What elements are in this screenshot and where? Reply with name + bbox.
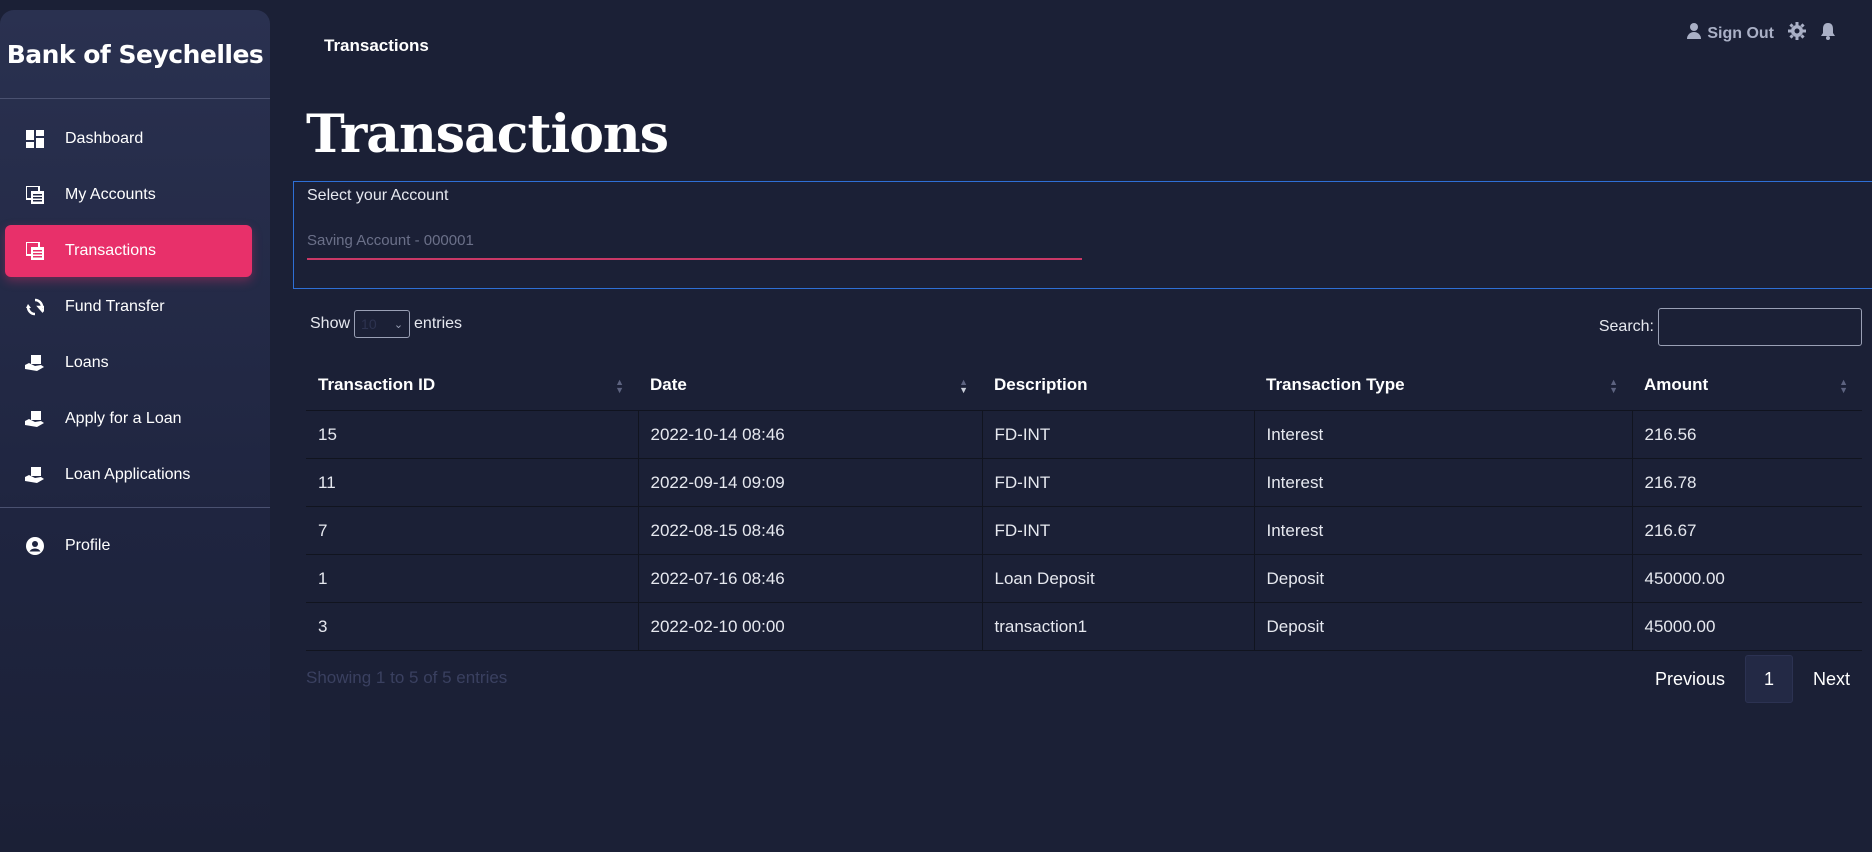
cell-transaction-type: Interest [1253,458,1632,507]
cell-transaction-type: Deposit [1253,554,1632,603]
next-page-button[interactable]: Next [1799,656,1864,702]
accounts-icon [25,185,45,205]
cell-date: 2022-07-16 08:46 [637,554,982,603]
search-label: Search: [1598,318,1654,335]
sidebar-item-label: My Accounts [65,186,156,203]
cell-amount: 450000.00 [1631,554,1862,603]
page-title: Transactions [306,104,669,165]
profile-icon [25,536,45,556]
cell-description: Loan Deposit [981,554,1254,603]
topbar-actions: Sign Out [1687,22,1836,45]
account-select[interactable]: Saving Account - 000001 [307,230,1082,260]
sidebar-item-label: Loans [65,354,109,371]
sidebar-item-label: Fund Transfer [65,298,165,315]
cell-description: transaction1 [981,602,1254,651]
cell-date: 2022-10-14 08:46 [637,410,982,459]
sort-icon: ▲ ▼ [1839,377,1848,395]
dashboard-icon [25,129,45,149]
sidebar-item-label: Transactions [65,242,156,259]
cell-transaction-type: Interest [1253,410,1632,459]
transactions-table: Transaction ID ▲ ▼ Date ▲ ▼ Description Tran… [306,360,1862,651]
table-header-row: Transaction ID ▲ ▼ Date ▲ ▼ Description Tran… [306,360,1862,411]
entries-select-value: 10 [361,316,377,332]
pagination: Previous 1 Next [1641,655,1864,703]
sidebar-item-transactions[interactable]: Transactions [5,225,252,277]
table-row: 1 2022-07-16 08:46 Loan Deposit Deposit … [306,554,1862,603]
sign-out-label: Sign Out [1707,24,1774,42]
sidebar-item-label: Dashboard [65,130,144,147]
cell-amount: 216.67 [1631,506,1862,555]
sidebar-item-dashboard[interactable]: Dashboard [5,113,252,165]
sort-icon: ▲ ▼ [615,377,624,395]
cell-date: 2022-08-15 08:46 [637,506,982,555]
column-header-transaction-id[interactable]: Transaction ID ▲ ▼ [306,360,638,411]
cell-date: 2022-09-14 09:09 [637,458,982,507]
cell-description: FD-INT [981,506,1254,555]
sidebar-item-label: Apply for a Loan [65,410,182,427]
topbar-title: Transactions [324,36,429,55]
sort-icon: ▲ ▼ [1609,377,1618,395]
cell-transaction-id: 3 [306,602,638,651]
column-header-amount[interactable]: Amount ▲ ▼ [1632,360,1862,411]
sidebar-item-loan-applications[interactable]: Loan Applications [5,449,252,501]
transfer-icon [25,297,45,317]
cell-date: 2022-02-10 00:00 [637,602,982,651]
cell-description: FD-INT [981,458,1254,507]
cell-amount: 216.56 [1631,410,1862,459]
sidebar-item-my-accounts[interactable]: My Accounts [5,169,252,221]
account-select-label: Select your Account [307,187,449,204]
transactions-icon [25,241,45,261]
cell-transaction-type: Deposit [1253,602,1632,651]
cell-amount: 45000.00 [1631,602,1862,651]
column-header-date[interactable]: Date ▲ ▼ [638,360,982,411]
column-header-transaction-type[interactable]: Transaction Type ▲ ▼ [1254,360,1632,411]
cell-transaction-type: Interest [1253,506,1632,555]
cell-transaction-id: 15 [306,410,638,459]
user-icon [1687,23,1702,44]
table-row: 11 2022-09-14 09:09 FD-INT Interest 216.… [306,458,1862,507]
cell-transaction-id: 7 [306,506,638,555]
cell-transaction-id: 11 [306,458,638,507]
search-input[interactable] [1658,308,1862,346]
sidebar-nav: Dashboard My Accounts Transactions Fund … [0,99,270,501]
account-selector-panel: Select your Account Saving Account - 000… [293,181,1872,289]
cell-transaction-id: 1 [306,554,638,603]
table-search: Search: [1599,308,1862,346]
sidebar-divider [0,507,270,508]
apply-loan-icon [25,409,45,429]
chevron-down-icon: ⌄ [393,318,404,331]
table-row: 7 2022-08-15 08:46 FD-INT Interest 216.6… [306,506,1862,555]
bell-icon[interactable] [1820,22,1836,45]
entries-length-control: Show 10 ⌄ entries [310,310,462,338]
loan-applications-icon [25,465,45,485]
brand-logo: Bank of Seychelles [0,10,270,99]
sidebar-item-profile[interactable]: Profile [5,520,252,572]
previous-page-button[interactable]: Previous [1641,656,1739,702]
table-info: Showing 1 to 5 of 5 entries [306,668,508,687]
sidebar-item-label: Profile [65,537,111,554]
cell-description: FD-INT [981,410,1254,459]
gear-icon[interactable] [1788,22,1806,45]
sidebar-item-apply-loan[interactable]: Apply for a Loan [5,393,252,445]
show-label: Show [310,315,351,332]
sort-desc-icon: ▲ ▼ [959,377,968,395]
sidebar-item-loans[interactable]: Loans [5,337,252,389]
loans-icon [25,353,45,373]
table-row: 15 2022-10-14 08:46 FD-INT Interest 216.… [306,410,1862,459]
cell-amount: 216.78 [1631,458,1862,507]
page-1-button[interactable]: 1 [1744,655,1793,703]
entries-select[interactable]: 10 ⌄ [354,310,411,338]
sign-out-button[interactable]: Sign Out [1687,23,1774,44]
sidebar: Bank of Seychelles Dashboard My Accounts… [0,10,270,852]
entries-label: entries [414,315,463,332]
table-row: 3 2022-02-10 00:00 transaction1 Deposit … [306,602,1862,651]
column-header-description[interactable]: Description [982,360,1254,411]
sidebar-item-fund-transfer[interactable]: Fund Transfer [5,281,252,333]
sidebar-item-label: Loan Applications [65,466,191,483]
